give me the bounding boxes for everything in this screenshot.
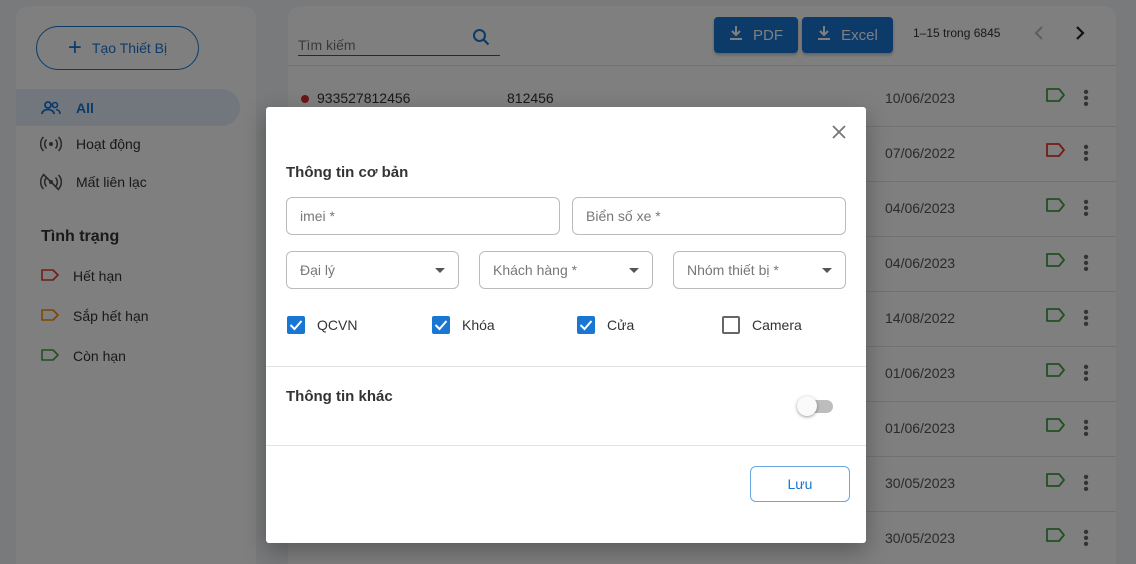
chevron-down-icon	[822, 267, 832, 273]
chevron-down-icon	[629, 267, 639, 273]
group-placeholder: Nhóm thiết bị *	[687, 262, 779, 278]
customer-select[interactable]: Khách hàng *	[479, 251, 653, 289]
checkbox-checked-icon[interactable]	[287, 316, 305, 334]
checkbox-label: QCVN	[317, 317, 358, 333]
divider	[266, 366, 866, 367]
checkbox-label: Khóa	[462, 317, 495, 333]
checkbox-label: Camera	[752, 317, 802, 333]
save-button[interactable]: Lưu	[750, 466, 850, 502]
agent-placeholder: Đại lý	[300, 262, 336, 278]
customer-placeholder: Khách hàng *	[493, 262, 578, 278]
imei-placeholder: imei *	[300, 208, 336, 224]
checkbox-qcvn[interactable]: QCVN	[287, 316, 357, 334]
plate-number-field[interactable]: Biển số xe *	[572, 197, 846, 235]
other-info-toggle[interactable]	[797, 396, 835, 416]
chevron-down-icon	[435, 267, 445, 273]
checkbox-checked-icon[interactable]	[577, 316, 595, 334]
device-group-select[interactable]: Nhóm thiết bị *	[673, 251, 846, 289]
checkbox-label: Cửa	[607, 317, 635, 333]
checkbox-camera[interactable]: Camera	[722, 316, 802, 334]
imei-field[interactable]: imei *	[286, 197, 560, 235]
basic-info-title: Thông tin cơ bản	[286, 164, 409, 181]
toggle-thumb	[797, 396, 817, 416]
divider	[266, 445, 866, 446]
checkbox-door[interactable]: Cửa	[577, 316, 634, 334]
close-icon[interactable]	[831, 123, 847, 143]
agent-select[interactable]: Đại lý	[286, 251, 459, 289]
checkbox-checked-icon[interactable]	[432, 316, 450, 334]
checkbox-lock[interactable]: Khóa	[432, 316, 495, 334]
plate-placeholder: Biển số xe *	[586, 208, 661, 224]
create-device-dialog: Thông tin cơ bản imei * Biển số xe * Đại…	[266, 107, 866, 543]
other-info-title: Thông tin khác	[286, 388, 393, 405]
checkbox-unchecked-icon[interactable]	[722, 316, 740, 334]
